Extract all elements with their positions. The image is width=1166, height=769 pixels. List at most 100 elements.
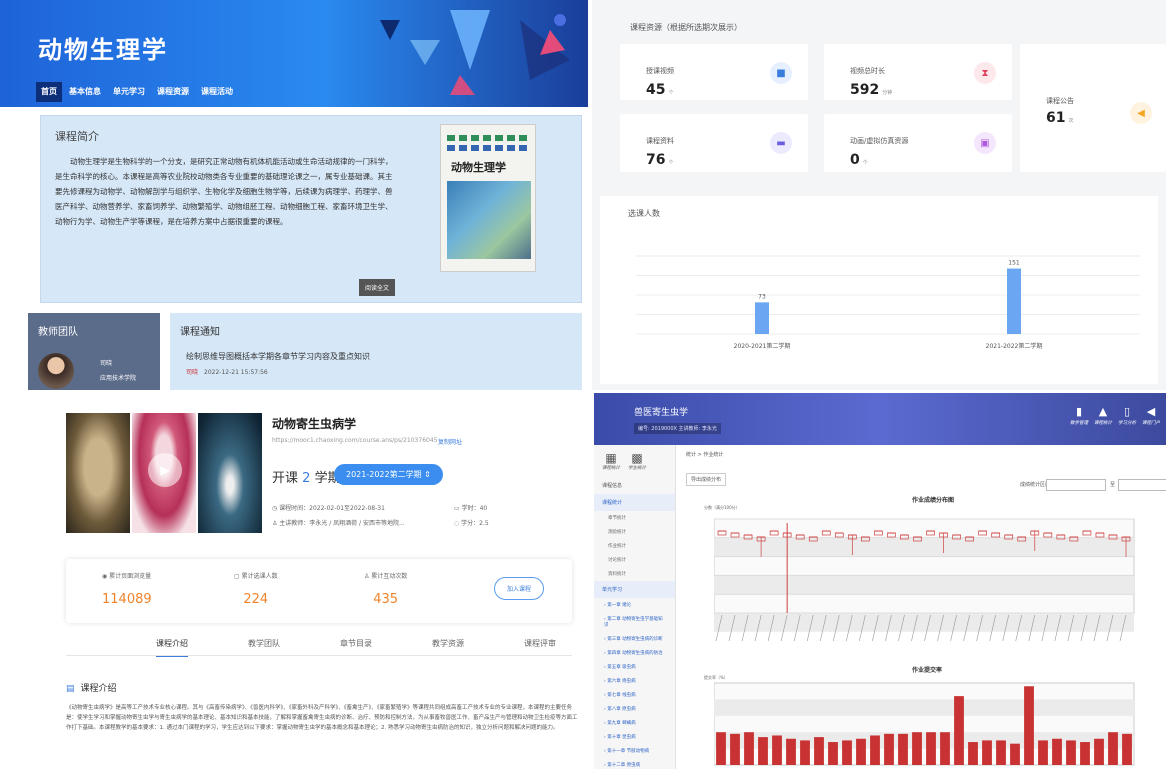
page-icon: ▯ (1123, 405, 1131, 418)
nav-unit-study[interactable]: 单元学习 (108, 82, 150, 102)
nav-activities[interactable]: 课程活动 (196, 82, 238, 102)
chapter-item[interactable]: › 第五章 吸虫病 (594, 660, 675, 674)
read-more-button[interactable]: 阅读全文 (359, 279, 396, 296)
sidebar-sub-discussion[interactable]: 讨论统计 (594, 553, 675, 567)
submission-bar (912, 732, 922, 765)
chapter-item[interactable]: › 第八章 原虫病 (594, 702, 675, 716)
notice-author: 司晓 (186, 369, 199, 376)
document-icon: ▤ (66, 684, 75, 694)
nav-home[interactable]: 首页 (36, 82, 62, 102)
tab-divider (66, 655, 572, 656)
bars-icon: ▦ (605, 451, 617, 465)
submission-bar (1024, 686, 1034, 765)
submission-bar (856, 738, 866, 765)
card-label: 课程资料 (646, 137, 674, 145)
score-range-from[interactable] (1046, 479, 1106, 491)
submission-bar (996, 740, 1006, 765)
submission-bar (828, 742, 838, 765)
card-value: 592 分钟 (850, 82, 893, 98)
tool-learning-analysis[interactable]: ▯ 学习分析 (1118, 405, 1136, 426)
course-stats: ◉ 累计页面浏览量 114089 ▢ 累计选课人数 224 ♙ 累计互动次数 435 … (66, 559, 572, 623)
tool-course-stats[interactable]: ▲ 课程统计 (1094, 405, 1112, 426)
course-notice-box: 课程通知 绘制思维导图概括本学期各章节学习内容及重点知识 司晓 2022-12-2… (170, 313, 582, 390)
enrollment-bar (755, 302, 769, 334)
notice-meta: 司晓 2022-12-21 15:57:56 (186, 367, 268, 376)
book-cover-image (447, 181, 531, 259)
chapter-item[interactable]: › 第七章 线虫病 (594, 688, 675, 702)
join-course-button[interactable]: 加入课程 (494, 577, 545, 600)
stats-header: 兽医寄生虫学 编号: 2019000X 主讲教师: 李永光 ▮ 教学管理 ▲ 课程统… (594, 393, 1166, 445)
tool-teaching-manage[interactable]: ▮ 教学管理 (1070, 405, 1088, 426)
submission-bar (1094, 738, 1104, 765)
tool-course-portal[interactable]: ◀ 课程门户 (1142, 405, 1160, 426)
sidebar-item-course-info[interactable]: 课程信息 (594, 477, 675, 494)
banner-decoration (380, 10, 570, 95)
course-banner: 动物生理学 首页 基本信息 单元学习 课程资源 课程活动 (0, 0, 588, 107)
submission-bar (1080, 742, 1090, 765)
sidebar-unit-study[interactable]: 单元学习 (594, 581, 675, 598)
submission-bar (1108, 732, 1118, 765)
section-heading: ▤ 课程介绍 (66, 684, 117, 694)
chapter-item[interactable]: › 第六章 绦虫病 (594, 674, 675, 688)
play-icon[interactable]: ▶ (148, 453, 182, 487)
sidebar-sub-homework[interactable]: 作业统计 (594, 539, 675, 553)
card-video-duration[interactable]: 视频总时长 592 分钟 ⧗ (824, 44, 1012, 100)
chapter-item[interactable]: › 第三章 动物寄生虫病的诊断 (594, 632, 675, 646)
folder-icon: ▬ (770, 132, 792, 154)
card-videos[interactable]: 授课视频 45 个 ■ (620, 44, 808, 100)
notice-heading: 课程通知 (180, 327, 220, 338)
card-value: 0个 (850, 152, 868, 168)
course-credits: ◌ 学分：2.5 (454, 520, 489, 527)
card-announcements[interactable]: 课程公告 61 次 ◀ (1020, 44, 1166, 172)
panel-icon: ▣ (974, 132, 996, 154)
x-tick-label: 2020-2021第二学期 (734, 342, 791, 350)
sidebar-course-stats[interactable]: ▦ 课程统计 (602, 451, 620, 471)
submission-bar (982, 740, 992, 765)
card-value: 45 个 (646, 82, 674, 98)
course-title: 动物生理学 (38, 36, 168, 64)
submission-bar (730, 733, 740, 765)
mooc-course-page: ▶ 动物寄生虫病学 https://mooc1.chaoxing.com/cou… (0, 393, 590, 769)
bar-value-label: 151 (1008, 260, 1020, 267)
nav-resources[interactable]: 课程资源 (152, 82, 194, 102)
nav-basic-info[interactable]: 基本信息 (64, 82, 106, 102)
notice-link[interactable]: 绘制思维导图概括本学期各章节学习内容及重点知识 (186, 351, 370, 362)
chapter-item[interactable]: › 第十一章 节肢动物病 (594, 744, 675, 758)
chapter-item[interactable]: › 第一章 绪论 (594, 598, 675, 612)
resources-header: 课程资源（根据所选期次展示） (630, 23, 742, 32)
submission-bar (1038, 740, 1048, 765)
stat-page-views: ◉ 累计页面浏览量 114089 (102, 573, 152, 607)
speaker-icon: ◀ (1130, 102, 1152, 124)
chapter-item[interactable]: › 第十二章 原虫病 (594, 758, 675, 769)
copy-link-button[interactable]: 复制网址 (438, 437, 462, 446)
export-button[interactable]: 导出成绩分布 (686, 473, 727, 486)
card-materials[interactable]: 课程资料 76 个 ▬ (620, 114, 808, 172)
submission-chart-title: 作业提交率 (912, 667, 943, 674)
sidebar-student-stats[interactable]: ▩ 学生统计 (628, 451, 646, 471)
sidebar-sub-chapter[interactable]: 章节统计 (594, 511, 675, 525)
breadcrumb: 统计 > 作业统计 (686, 452, 724, 458)
sidebar-top: ▦ 课程统计 ▩ 学生统计 (594, 445, 675, 477)
chapter-item[interactable]: › 第九章 蜱螨病 (594, 716, 675, 730)
course-url: https://mooc1.chaoxing.com/course.ans/ps… (272, 437, 438, 444)
teacher-avatar[interactable] (38, 353, 74, 389)
chapter-item[interactable]: › 第十章 昆虫病 (594, 730, 675, 744)
submission-bar (1052, 738, 1062, 765)
chapter-item[interactable]: › 第二章 动物寄生虫学基础知识 (594, 612, 675, 632)
sidebar-sub-material[interactable]: 资料统计 (594, 567, 675, 581)
hourglass-icon: ⧗ (974, 62, 996, 84)
score-range-to[interactable] (1118, 479, 1166, 491)
book-icon: ▮ (1075, 405, 1083, 418)
submission-bar (800, 740, 810, 765)
card-label: 课程公告 (1046, 97, 1074, 105)
teacher-name: 司晓 (100, 360, 113, 367)
grid-band (714, 699, 1134, 716)
card-simulation[interactable]: 动画/虚拟仿真资源 0个 ▣ (824, 114, 1012, 172)
chapter-item[interactable]: › 第四章 动物寄生虫病的防治 (594, 646, 675, 660)
card-label: 授课视频 (646, 67, 674, 75)
sidebar-item-course-stats[interactable]: 课程统计 (594, 494, 675, 511)
submission-bar (842, 740, 852, 765)
sidebar-sub-quiz[interactable]: 测验统计 (594, 525, 675, 539)
enrollment-chart-svg: 73 2020-2021第二学期 151 2021-2022第二学期 (636, 255, 1140, 350)
term-select-button[interactable]: 2021-2022第二学期 ⇕ (334, 464, 443, 485)
